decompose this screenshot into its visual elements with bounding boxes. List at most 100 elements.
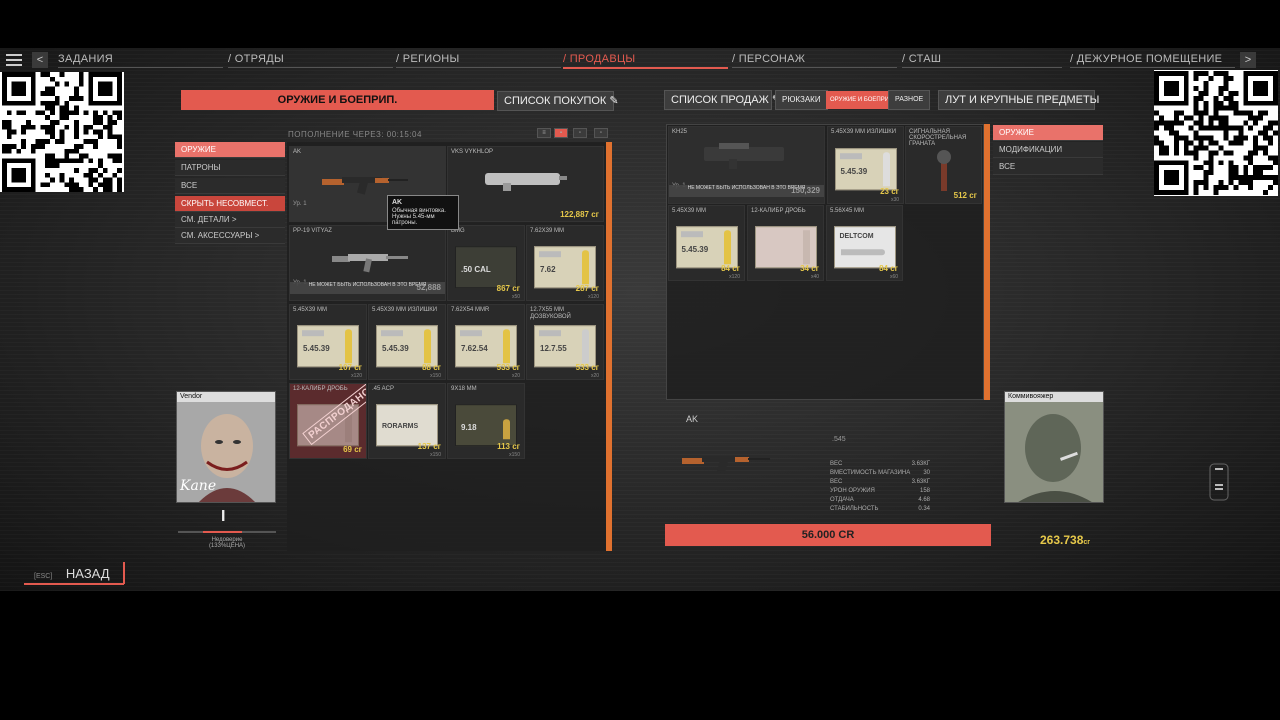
vendor-item-127x55[interactable]: 12.7X55 MM ДОЗВУКОВОЙ 12.7.55 533 сг x20: [526, 304, 604, 380]
relation-caption: Недоверие (133%ЦЕНА): [208, 537, 246, 549]
hide-incompatible-filter[interactable]: СКРЫТЬ НЕСОВМЕСТ.: [175, 196, 285, 212]
stat-row: ВЕС 3.63КГ: [830, 479, 930, 485]
player-category-mods[interactable]: МОДИФИКАЦИИ: [993, 142, 1103, 158]
top-navigation: < ЗАДАНИЯ / ОТРЯДЫ / РЕГИОНЫ / ПРОДАВЦЫ …: [0, 52, 1280, 70]
view-toggle-small-icon[interactable]: ▫: [573, 128, 587, 138]
tab-regions[interactable]: / РЕГИОНЫ: [396, 53, 561, 68]
ammo-box-icon: [754, 226, 817, 269]
player-name: Коммивояжер: [1005, 392, 1103, 402]
tab-quests[interactable]: ЗАДАНИЯ: [58, 53, 223, 68]
back-button[interactable]: [ESC] НАЗАД: [34, 566, 110, 581]
item-price: 88 сг: [422, 363, 441, 372]
player-item-556x45[interactable]: 5.56X45 MM DELTCOM 84 сг x60: [826, 205, 903, 281]
item-qty: x40: [810, 274, 819, 280]
vendor-item-9x18[interactable]: 9X18 MM 9.18 113 сг x150: [447, 383, 525, 459]
sell-list-label: СПИСОК ПРОДАЖ: [671, 94, 769, 106]
see-accessories-link[interactable]: СМ. АКСЕССУАРЫ >: [175, 228, 285, 244]
item-name: 5.45X39 MM ИЗЛИШКИ: [831, 129, 897, 135]
tab-vendors[interactable]: / ПРОДАВЦЫ: [563, 53, 728, 69]
box-label: DELTCOM: [839, 233, 874, 241]
ammo-box-icon: 9.18: [455, 404, 517, 447]
tab-misc[interactable]: РАЗНОЕ: [888, 90, 931, 110]
vendor-item-762x54[interactable]: 7.62X54 MMR 7.62.54 533 сг x20: [447, 304, 525, 380]
see-parts-link[interactable]: СМ. ДЕТАЛИ >: [175, 212, 285, 228]
player-category-weapons[interactable]: ОРУЖИЕ: [993, 125, 1103, 141]
sell-list-button[interactable]: СПИСОК ПРОДАЖ ✎: [664, 90, 781, 110]
detail-caliber: .545: [832, 436, 846, 443]
box-label: 5.45.39: [382, 344, 409, 354]
player-scrollbar[interactable]: [984, 124, 990, 400]
box-label: 5.45.39: [840, 167, 868, 177]
item-name: 12-КАЛИБР ДРОБЬ: [751, 208, 806, 214]
ammo-box-icon: 5.45.39: [675, 226, 738, 269]
player-item-12gauge[interactable]: 12-КАЛИБР ДРОБЬ 34 сг x40: [747, 205, 824, 281]
vendor-category-ammo[interactable]: ПАТРОНЫ: [175, 160, 285, 176]
tab-backpacks[interactable]: РЮКЗАКИ: [775, 90, 828, 110]
player-category-list: ОРУЖИЕ МОДИФИКАЦИИ ВСЕ: [993, 125, 1103, 175]
item-price: 150,329: [791, 186, 820, 195]
player-item-flare-grenade[interactable]: СИГНАЛЬНАЯ СКОРОСТРЕЛЬНАЯ ГРАНАТА 512 сг: [905, 126, 982, 204]
stat-row: ВЕС 3.63КГ: [830, 461, 930, 467]
vendor-item-545x39-surplus[interactable]: 5.45X39 MM ИЗЛИШКИ 5.45.39 88 сг x150: [368, 304, 446, 380]
player-category-all[interactable]: ВСЕ: [993, 159, 1103, 175]
hamburger-menu-icon[interactable]: [6, 54, 22, 66]
vendor-category-all[interactable]: ВСЕ: [175, 178, 285, 194]
item-qty: x20: [590, 373, 599, 379]
item-price: 52,888: [416, 283, 441, 292]
item-qty: x120: [351, 373, 362, 379]
item-qty: x120: [729, 274, 740, 280]
relation-bar: [178, 531, 276, 533]
tab-character[interactable]: / ПЕРСОНАЖ: [732, 53, 897, 68]
view-toggle-large-icon[interactable]: ▫: [594, 128, 608, 138]
box-label: 5.45.39: [681, 245, 709, 255]
item-name: .45 ACP: [372, 386, 395, 392]
view-toggle-list-icon[interactable]: ≡: [537, 128, 551, 138]
tab-squads[interactable]: / ОТРЯДЫ: [228, 53, 393, 68]
item-qty: x120: [588, 294, 599, 300]
buy-price-button[interactable]: 56.000 CR: [665, 524, 991, 546]
vendor-item-vks[interactable]: VKS VYKHLOP 122,887 сг: [447, 146, 604, 222]
buy-list-label: СПИСОК ПОКУПОК: [504, 95, 607, 107]
detail-stats: ВЕС 3.63КГ ВМЕСТИМОСТЬ МАГАЗИНА 30 ВЕС 3.63…: [830, 460, 930, 514]
nav-prev-button[interactable]: <: [32, 52, 48, 68]
item-price: 113 сг: [497, 442, 520, 451]
vendor-item-vityaz[interactable]: PP-19 VITYAZ Ур. 1 НЕ МОЖЕТ БЫТЬ ИСПОЛЬЗ…: [289, 225, 446, 301]
tooltip-text: Обычная винтовка. Нужны 5.45-мм патроны.: [392, 208, 446, 226]
vendor-scrollbar[interactable]: [606, 142, 612, 551]
tab-loot[interactable]: ЛУТ И КРУПНЫЕ ПРЕДМЕТЫ: [938, 90, 1099, 110]
player-item-545x39[interactable]: 5.45X39 MM 5.45.39 84 сг x120: [668, 205, 745, 281]
tooltip-title: AK: [392, 199, 403, 206]
item-price: 867 сг: [496, 284, 520, 293]
ammo-box-icon: 7.62.54: [455, 325, 517, 368]
back-underline: [24, 583, 124, 585]
item-name: AK: [293, 149, 302, 155]
vendor-signature: Kane: [180, 478, 217, 494]
ammo-box-icon: 12.7.55: [534, 325, 596, 368]
player-item-kh25[interactable]: KH25 Ур. 1 НЕ МОЖЕТ БЫТЬ ИСПОЛЬЗОВАН В Э…: [668, 126, 825, 204]
mouse-scroll-icon: [1209, 463, 1229, 501]
player-item-545-surplus[interactable]: 5.45X39 MM ИЗЛИШКИ 5.45.39 23 сг x30: [827, 126, 904, 204]
item-price: 23 сг: [880, 187, 899, 196]
player-portrait: Коммивояжер: [1004, 391, 1104, 503]
smg-icon: [332, 254, 408, 273]
buy-list-button[interactable]: СПИСОК ПОКУПОК ✎: [497, 91, 619, 111]
tab-stash[interactable]: / СТАШ: [902, 53, 1062, 68]
nav-next-button[interactable]: >: [1240, 52, 1256, 68]
vendor-category-list: ОРУЖИЕ ПАТРОНЫ ВСЕ СКРЫТЬ НЕСОВМЕСТ. СМ.…: [175, 142, 285, 244]
vendor-item-bmg[interactable]: BMG .50 CAL 867 сг x50: [447, 225, 525, 301]
vendor-item-12gauge[interactable]: 12-КАЛИБР ДРОБЬ РАСПРОДАНО 69 сг: [289, 383, 367, 459]
box-label: 5.45.39: [303, 344, 330, 354]
item-price: 512 сг: [953, 191, 977, 200]
stat-row: СТАБИЛЬНОСТЬ 0.34: [830, 506, 930, 512]
vendor-item-545x39[interactable]: 5.45X39 MM 5.45.39 107 сг x120: [289, 304, 367, 380]
view-toggle-grid-icon[interactable]: ▪: [554, 128, 568, 138]
vendor-item-762x39[interactable]: 7.62X39 MM 7.62 287 сг x120: [526, 225, 604, 301]
ammo-box-icon: RORARMS: [376, 404, 438, 447]
player-face-image: [1005, 402, 1103, 502]
ammo-box-icon: 7.62: [534, 246, 596, 289]
ammo-box-icon: DELTCOM: [833, 226, 896, 269]
vendor-category-weapons[interactable]: ОРУЖИЕ: [175, 142, 285, 158]
tab-duty-room[interactable]: / ДЕЖУРНОЕ ПОМЕЩЕНИЕ: [1070, 53, 1235, 68]
vendor-item-45acp[interactable]: .45 ACP RORARMS 137 сг x150: [368, 383, 446, 459]
item-qty: x150: [430, 373, 441, 379]
